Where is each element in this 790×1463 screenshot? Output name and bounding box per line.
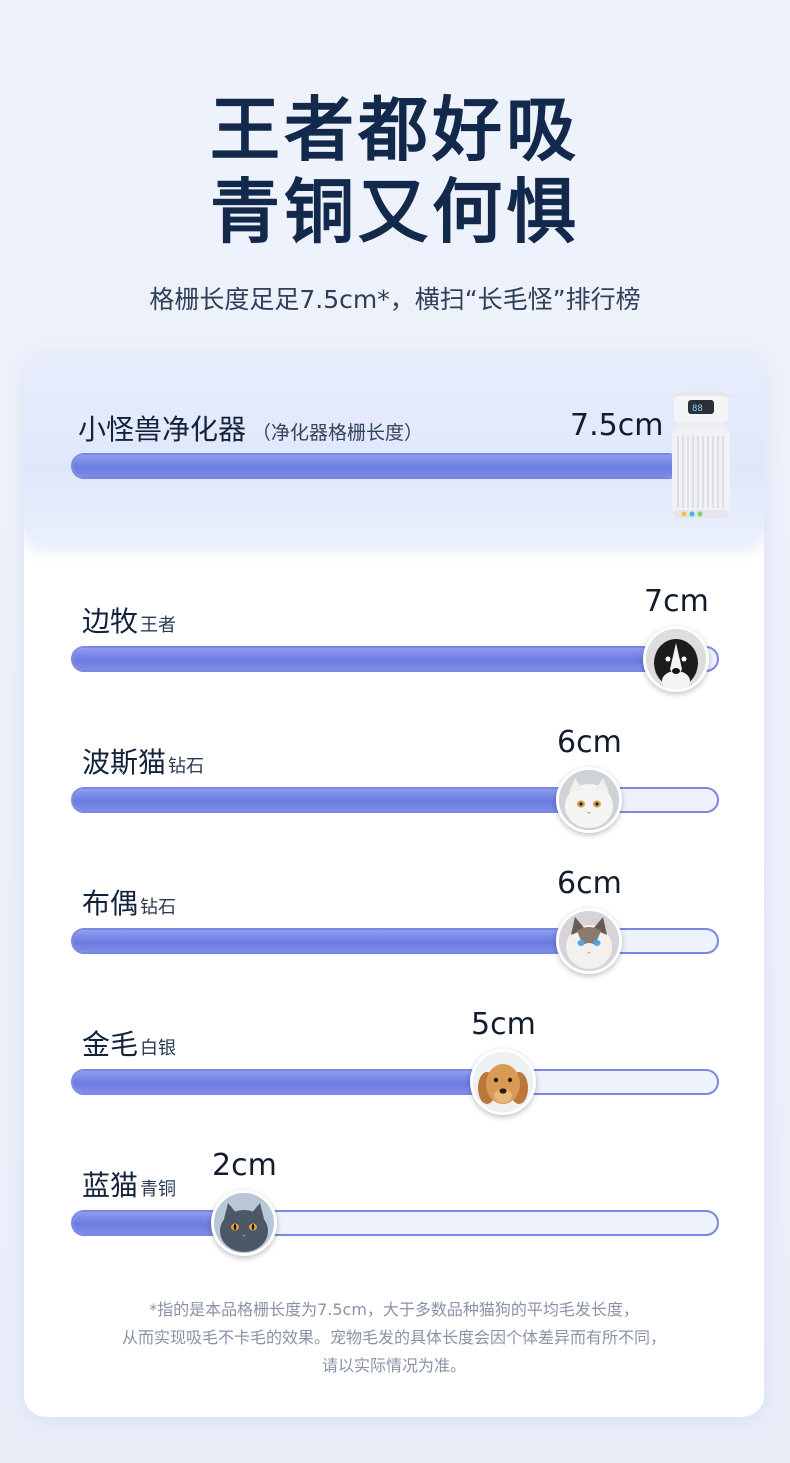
pet-hair-length-bar-fill [73, 648, 678, 670]
pet-rank: 钻石 [140, 897, 177, 918]
pet-label: 蓝猫 青铜 [82, 1164, 176, 1204]
air-purifier-icon: 88 [669, 391, 733, 518]
pet-name: 金毛 [82, 1028, 139, 1061]
svg-text:88: 88 [692, 404, 703, 414]
border-collie-icon [643, 626, 709, 692]
subtitle: 格栅长度足足7.5cm*，横扫“长毛怪”排行榜 [149, 285, 641, 314]
footnote-line-2: 从而实现吸毛不卡毛的效果。宠物毛发的具体长度会因个体差异而有所不同， [121, 1328, 666, 1347]
purifier-length-value: 7.5cm [570, 408, 664, 443]
pet-rank: 青铜 [140, 1179, 177, 1200]
footnote-line-1: *指的是本品格栅长度为7.5cm，大于多数品种猫狗的平均毛发长度， [149, 1300, 639, 1319]
pet-label: 边牧 王者 [82, 600, 176, 640]
footnote-line-3: 请以实际情况为准。 [321, 1356, 466, 1375]
pet-hair-length-value: 6cm [557, 725, 622, 760]
pet-label: 波斯猫 钻石 [82, 741, 204, 781]
pet-hair-length-bar [71, 1069, 719, 1095]
pet-hair-length-bar-fill [73, 789, 591, 811]
comparison-card: 小怪兽净化器 （净化器格栅长度） 7.5cm 88 边牧 王者 7cm 波斯猫 … [24, 354, 764, 1417]
headline-line-2: 青铜又何惧 [210, 171, 580, 253]
pet-name: 边牧 [82, 605, 139, 638]
pet-hair-length-value: 6cm [557, 866, 622, 901]
purifier-label: 小怪兽净化器 （净化器格栅长度） [78, 408, 423, 448]
pet-hair-length-bar-fill [73, 1071, 505, 1093]
pet-label: 金毛 白银 [82, 1023, 176, 1063]
pet-hair-length-value: 2cm [212, 1148, 277, 1183]
pet-hair-length-bar [71, 646, 719, 672]
pet-name: 布偶 [82, 887, 139, 920]
pet-hair-length-value: 7cm [644, 584, 709, 619]
pet-name: 蓝猫 [82, 1169, 139, 1202]
persian-cat-icon [556, 767, 622, 833]
purifier-highlight-panel: 小怪兽净化器 （净化器格栅长度） 7.5cm 88 [24, 354, 764, 544]
pet-rank: 钻石 [168, 756, 205, 777]
pet-hair-length-value: 5cm [471, 1007, 536, 1042]
purifier-length-bar-fill [73, 455, 679, 477]
pet-hair-length-bar [71, 1210, 719, 1236]
headline-line-1: 王者都好吸 [210, 89, 580, 171]
purifier-length-bar [71, 453, 681, 479]
pet-hair-length-bar-fill [73, 930, 591, 952]
golden-retriever-icon [470, 1049, 536, 1115]
ragdoll-cat-icon [556, 908, 622, 974]
pet-label: 布偶 钻石 [82, 882, 176, 922]
purifier-name: 小怪兽净化器 [78, 413, 247, 446]
pet-name: 波斯猫 [82, 746, 167, 779]
pet-rank: 白银 [140, 1038, 177, 1059]
purifier-sub-label: （净化器格栅长度） [252, 422, 424, 444]
british-blue-cat-icon [211, 1190, 277, 1256]
pet-rank: 王者 [140, 615, 177, 636]
